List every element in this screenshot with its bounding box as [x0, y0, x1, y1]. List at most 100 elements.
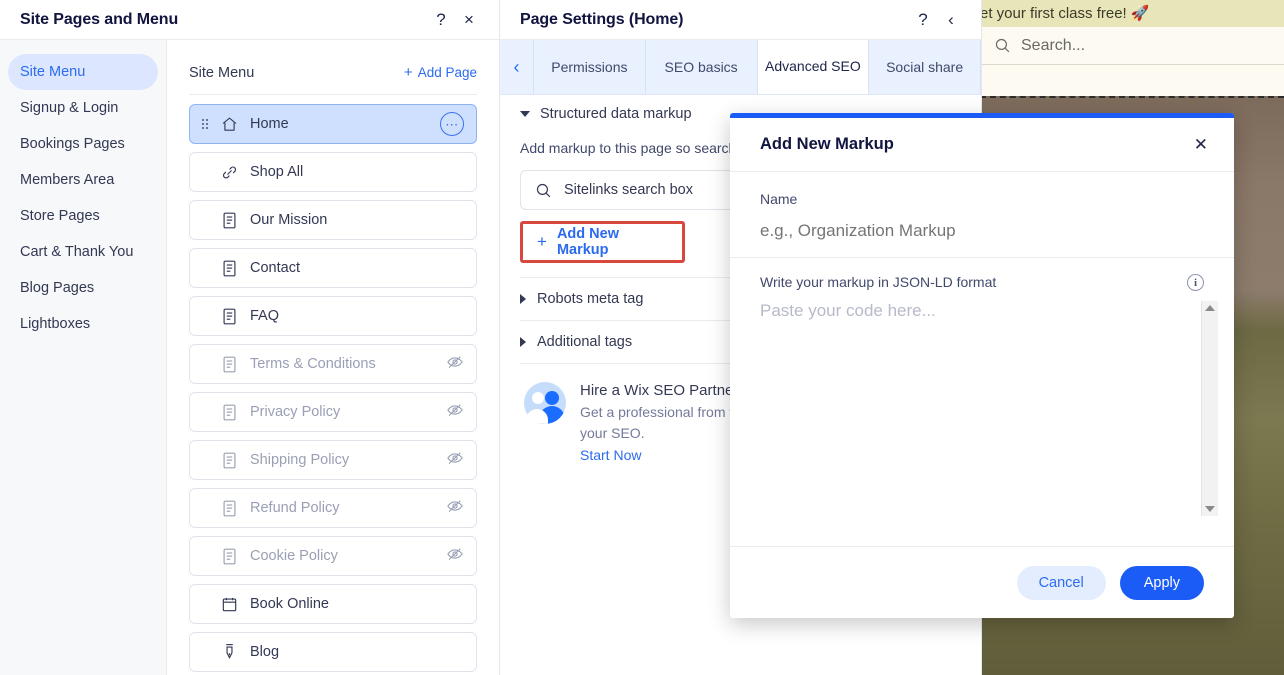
page-row-shipping-policy[interactable]: Shipping Policy	[189, 440, 477, 480]
scroll-up-arrow-icon[interactable]	[1205, 305, 1215, 311]
page-label: Cookie Policy	[250, 548, 446, 564]
hidden-page-eye-off-icon[interactable]	[446, 545, 464, 567]
page-label: Terms & Conditions	[250, 356, 446, 372]
cancel-button[interactable]: Cancel	[1017, 566, 1106, 600]
sidebar-item-label: Signup & Login	[20, 100, 118, 116]
accordion-label: Structured data markup	[540, 106, 692, 122]
page-row-terms-conditions[interactable]: Terms & Conditions	[189, 344, 477, 384]
code-vertical-scrollbar[interactable]	[1201, 301, 1218, 516]
info-icon[interactable]: i	[1187, 274, 1204, 291]
page-label: Book Online	[250, 596, 464, 612]
modal-header: Add New Markup ✕	[730, 118, 1234, 172]
modal-title: Add New Markup	[760, 135, 1188, 154]
markup-name-section: Name	[730, 172, 1234, 258]
page-label: Home	[250, 116, 440, 132]
code-placeholder: Paste your code here...	[760, 301, 1204, 321]
tab-seo-basics[interactable]: SEO basics	[646, 40, 758, 94]
site-search-bar[interactable]: Search...	[980, 27, 1284, 65]
sidebar-item-blog-pages[interactable]: Blog Pages	[8, 270, 158, 306]
add-page-label: Add Page	[418, 65, 477, 80]
page-icon	[218, 356, 240, 373]
tab-label: Social share	[886, 59, 963, 76]
add-page-button[interactable]: + Add Page	[404, 64, 477, 81]
page-row-blog[interactable]: Blog	[189, 632, 477, 672]
settings-tabs: ‹ Permissions SEO basics Advanced SEO So…	[500, 40, 981, 95]
page-row-our-mission[interactable]: Our Mission	[189, 200, 477, 240]
tab-permissions[interactable]: Permissions	[534, 40, 646, 94]
plus-icon: +	[537, 232, 547, 252]
tab-label: Advanced SEO	[765, 58, 861, 75]
sidebar-item-bookings-pages[interactable]: Bookings Pages	[8, 126, 158, 162]
markup-code-textarea[interactable]: Paste your code here...	[760, 301, 1204, 516]
page-row-home[interactable]: Home ⋯	[189, 104, 477, 144]
page-icon	[218, 500, 240, 517]
page-label: Refund Policy	[250, 500, 446, 516]
tab-label: SEO basics	[665, 59, 738, 76]
page-label: FAQ	[250, 308, 464, 324]
section-boundary-dashed	[980, 96, 1284, 98]
page-icon	[218, 548, 240, 565]
page-label: Privacy Policy	[250, 404, 446, 420]
help-icon[interactable]: ?	[427, 6, 455, 34]
page-row-shop-all[interactable]: Shop All	[189, 152, 477, 192]
name-label: Name	[760, 191, 1204, 207]
page-row-contact[interactable]: Contact	[189, 248, 477, 288]
search-icon	[535, 182, 552, 199]
collapse-panel-icon[interactable]: ‹	[937, 6, 965, 34]
sidebar-item-signup-login[interactable]: Signup & Login	[8, 90, 158, 126]
page-actions-icon[interactable]: ⋯	[440, 112, 464, 136]
help-icon[interactable]: ?	[909, 6, 937, 34]
close-icon[interactable]: ×	[455, 6, 483, 34]
chevron-down-icon	[520, 111, 530, 117]
page-label: Shipping Policy	[250, 452, 446, 468]
page-row-book-online[interactable]: Book Online	[189, 584, 477, 624]
page-label: Our Mission	[250, 212, 464, 228]
link-icon	[218, 164, 240, 181]
page-icon	[218, 452, 240, 469]
site-menu-label: Site Menu	[189, 65, 404, 81]
apply-button[interactable]: Apply	[1120, 566, 1204, 600]
page-settings-title: Page Settings (Home)	[520, 11, 909, 29]
tab-advanced-seo[interactable]: Advanced SEO	[758, 40, 870, 94]
sidebar-item-label: Blog Pages	[20, 280, 94, 296]
site-search-placeholder: Search...	[1021, 37, 1085, 55]
page-row-refund-policy[interactable]: Refund Policy	[189, 488, 477, 528]
page-row-faq[interactable]: FAQ	[189, 296, 477, 336]
page-label: Blog	[250, 644, 464, 660]
search-icon	[994, 37, 1011, 54]
pen-icon	[218, 643, 240, 661]
page-settings-header: Page Settings (Home) ? ‹	[500, 0, 981, 40]
hidden-page-eye-off-icon[interactable]	[446, 353, 464, 375]
hidden-page-eye-off-icon[interactable]	[446, 449, 464, 471]
plus-icon: +	[404, 64, 413, 81]
sidebar-item-label: Site Menu	[20, 64, 85, 80]
hidden-page-eye-off-icon[interactable]	[446, 497, 464, 519]
promo-banner-text: et your first class free! 🚀	[980, 5, 1150, 22]
sidebar-item-store-pages[interactable]: Store Pages	[8, 198, 158, 234]
scroll-down-arrow-icon[interactable]	[1205, 506, 1215, 512]
sidebar-item-label: Cart & Thank You	[20, 244, 133, 260]
drag-handle-icon[interactable]	[202, 119, 212, 129]
hidden-page-eye-off-icon[interactable]	[446, 401, 464, 423]
sidebar-item-lightboxes[interactable]: Lightboxes	[8, 306, 158, 342]
page-icon	[218, 308, 240, 325]
sidebar-item-members-area[interactable]: Members Area	[8, 162, 158, 198]
accordion-label: Additional tags	[537, 334, 632, 350]
page-list: Home ⋯ Shop All	[183, 95, 483, 672]
existing-markup-label: Sitelinks search box	[564, 182, 693, 198]
modal-footer: Cancel Apply	[730, 546, 1234, 618]
close-icon[interactable]: ✕	[1188, 131, 1214, 159]
page-row-cookie-policy[interactable]: Cookie Policy	[189, 536, 477, 576]
page-row-privacy-policy[interactable]: Privacy Policy	[189, 392, 477, 432]
add-new-markup-modal: Add New Markup ✕ Name Write your markup …	[730, 113, 1234, 618]
tab-social-share[interactable]: Social share	[869, 40, 981, 94]
sidebar-item-site-menu[interactable]: Site Menu	[8, 54, 158, 90]
site-pages-panel: Site Pages and Menu ? × Site Menu Signup…	[0, 0, 500, 675]
tabs-scroll-left-icon[interactable]: ‹	[500, 40, 534, 94]
chevron-right-icon	[520, 294, 526, 304]
accordion-label: Robots meta tag	[537, 291, 643, 307]
home-icon	[218, 116, 240, 133]
add-new-markup-button[interactable]: + Add New Markup	[520, 221, 685, 263]
markup-name-input[interactable]	[760, 221, 1204, 241]
sidebar-item-cart-thank-you[interactable]: Cart & Thank You	[8, 234, 158, 270]
